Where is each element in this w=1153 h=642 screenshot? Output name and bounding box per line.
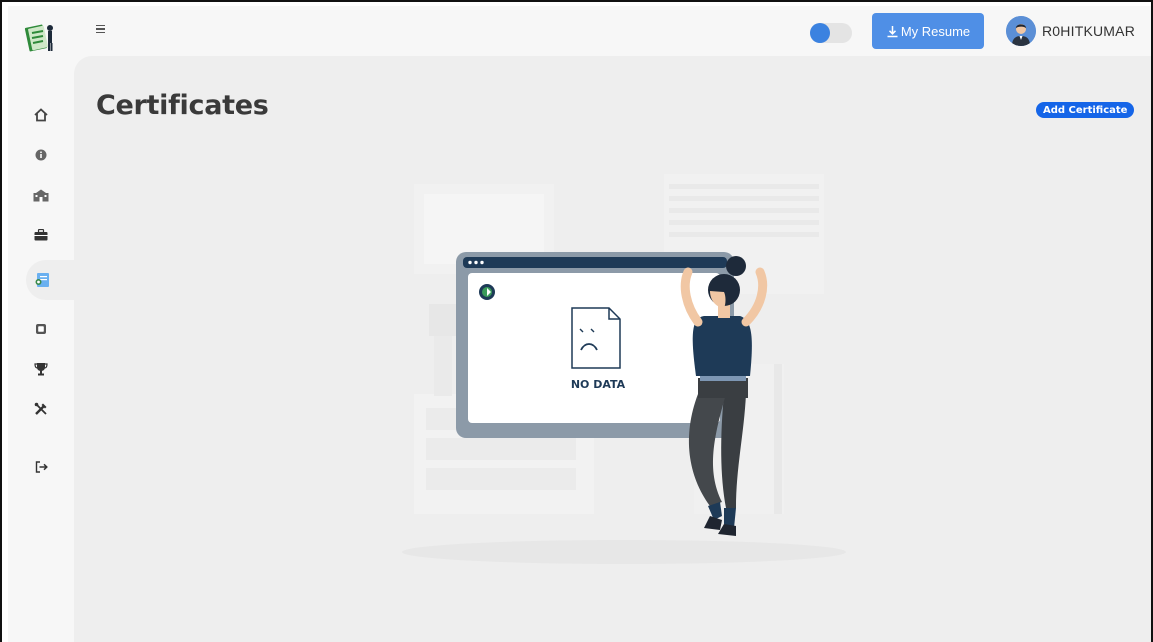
no-data-text: NO DATA	[570, 378, 626, 391]
building-icon	[33, 189, 49, 201]
home-icon	[34, 108, 48, 122]
toggle-knob	[810, 23, 830, 43]
my-resume-button[interactable]: My Resume	[872, 13, 984, 49]
certificate-icon	[35, 273, 49, 287]
chip-icon	[36, 324, 46, 334]
download-icon	[887, 25, 898, 37]
app-frame: My Resume R0HITKUMAR Certificates Add Ce…	[0, 0, 1153, 642]
page-title: Certificates	[96, 90, 269, 121]
hamburger-icon[interactable]	[96, 20, 112, 38]
add-certificate-button[interactable]: Add Certificate	[1036, 102, 1135, 118]
my-resume-label: My Resume	[900, 23, 971, 39]
sidebar-item-education[interactable]	[28, 182, 54, 208]
briefcase-icon	[34, 229, 48, 241]
user-name: R0HITKUMAR	[1042, 23, 1136, 39]
sidebar-item-home[interactable]	[28, 102, 54, 128]
trophy-icon	[34, 363, 48, 376]
sidebar-item-logout[interactable]	[28, 454, 54, 480]
sidebar-item-achievements[interactable]	[28, 356, 54, 382]
app-window: My Resume R0HITKUMAR Certificates Add Ce…	[8, 6, 1151, 642]
tools-icon	[34, 402, 47, 415]
info-icon	[35, 149, 47, 161]
app-logo-icon[interactable]	[23, 20, 57, 54]
sidebar-item-about[interactable]	[28, 142, 54, 168]
sidebar-item-certificates[interactable]	[26, 260, 74, 300]
theme-toggle[interactable]	[810, 23, 852, 43]
user-menu[interactable]: R0HITKUMAR	[1006, 16, 1135, 46]
sidebar-item-experience[interactable]	[28, 222, 54, 248]
main-content: Certificates Add Certificate NO DATA	[74, 56, 1151, 642]
logout-icon	[35, 461, 48, 473]
sidebar-item-skills[interactable]	[28, 396, 54, 422]
user-avatar-icon	[1006, 16, 1036, 46]
sidebar	[8, 6, 74, 642]
empty-state-illustration: NO DATA	[374, 136, 874, 576]
top-bar: My Resume R0HITKUMAR	[74, 6, 1151, 56]
sidebar-item-projects[interactable]	[28, 316, 54, 342]
